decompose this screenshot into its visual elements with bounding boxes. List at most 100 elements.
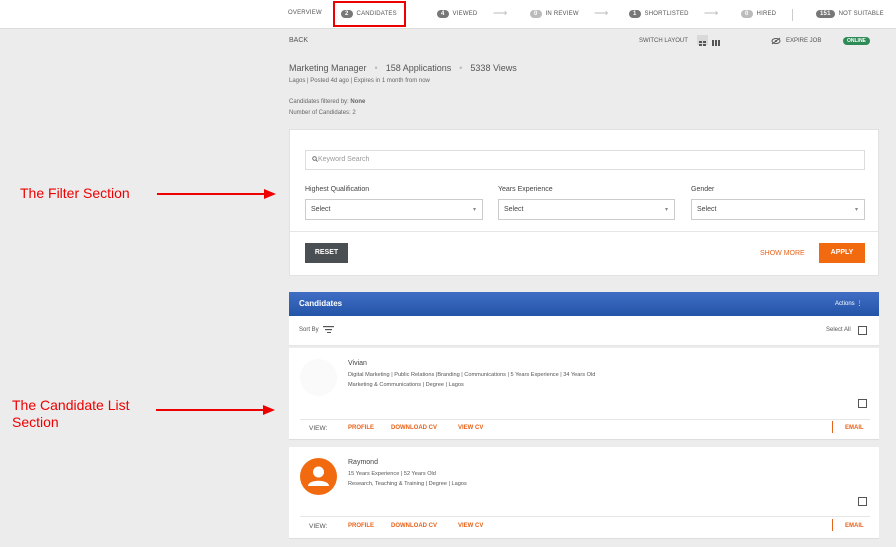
email-link[interactable]: EMAIL: [845, 425, 864, 431]
avatar: [300, 359, 337, 396]
annotation-candidate-list: The Candidate List Section: [12, 397, 130, 430]
download-cv-link[interactable]: DOWNLOAD CV: [391, 523, 437, 529]
applications-count: 158 Applications: [385, 63, 452, 73]
apply-button[interactable]: APPLY: [819, 243, 865, 263]
divider: [300, 516, 870, 517]
candidate-details: Marketing & Communications | Degree | La…: [348, 382, 464, 388]
candidate-count: Number of Candidates: 2: [289, 110, 356, 116]
annotation-arrow: [156, 409, 264, 411]
separator-dot: •: [374, 63, 378, 73]
gender-select-value: Select: [697, 206, 717, 213]
chevron-down-icon: ▾: [472, 207, 476, 213]
eye-slash-icon: [771, 37, 781, 45]
expire-job-button[interactable]: EXPIRE JOB: [771, 37, 821, 45]
tab-overview-label: OVERVIEW: [288, 10, 322, 16]
view-cv-link[interactable]: VIEW CV: [458, 523, 483, 529]
candidate-count-value: 2: [352, 110, 356, 116]
views-count: 5338 Views: [470, 63, 517, 73]
qualification-select[interactable]: Select ▾: [305, 199, 483, 220]
chevron-down-icon: ▾: [854, 207, 858, 213]
divider: [300, 419, 870, 420]
annotation-arrow: [157, 193, 265, 195]
tab-viewed-label: VIEWED: [452, 11, 478, 17]
view-label: VIEW:: [309, 425, 328, 432]
candidates-highlight-box: [333, 1, 406, 27]
job-title: Marketing Manager: [289, 63, 367, 73]
candidate-checkbox[interactable]: [858, 497, 867, 506]
candidate-card: Vivian Digital Marketing | Public Relati…: [289, 348, 879, 440]
reset-button[interactable]: RESET: [305, 243, 348, 263]
qualification-label: Highest Qualification: [305, 186, 370, 193]
sort-icon: [322, 326, 334, 333]
filter-section: Keyword Search Highest Qualification Yea…: [289, 129, 879, 276]
experience-select[interactable]: Select ▾: [498, 199, 675, 220]
keyword-search-input[interactable]: Keyword Search: [305, 150, 865, 170]
pipeline-bar: OVERVIEW 2 CANDIDATES 4 VIEWED ⟶ 0 IN RE…: [0, 0, 896, 29]
candidates-header: Candidates Actions ⋮: [289, 292, 879, 316]
candidate-name[interactable]: Raymond: [348, 459, 378, 466]
email-link[interactable]: EMAIL: [845, 523, 864, 529]
keyword-search-placeholder: Keyword Search: [318, 156, 370, 163]
candidate-name[interactable]: Vivian: [348, 360, 367, 367]
tab-hired-label: HIRED: [756, 11, 777, 17]
gender-label: Gender: [691, 186, 715, 193]
view-cv-link[interactable]: VIEW CV: [458, 425, 483, 431]
select-all-checkbox[interactable]: [858, 326, 867, 335]
profile-link[interactable]: PROFILE: [348, 425, 374, 431]
job-meta: Lagos | Posted 4d ago | Expires in 1 mon…: [289, 78, 430, 84]
divider: [290, 231, 878, 232]
profile-link[interactable]: PROFILE: [348, 523, 374, 529]
avatar: [300, 458, 337, 495]
user-icon: [308, 466, 329, 486]
experience-select-value: Select: [504, 206, 524, 213]
grid-layout-icon[interactable]: [697, 35, 708, 46]
experience-label: Years Experience: [498, 186, 553, 193]
download-cv-link[interactable]: DOWNLOAD CV: [391, 425, 437, 431]
qualification-select-value: Select: [311, 206, 331, 213]
job-summary: Marketing Manager • 158 Applications • 5…: [289, 63, 517, 73]
in-review-count-badge: 0: [530, 10, 542, 18]
sort-bar: Sort By Select All: [289, 316, 879, 346]
arrow-right-icon: ⟶: [594, 8, 609, 19]
shortlisted-count-badge: 1: [629, 10, 641, 18]
candidate-card: Raymond 15 Years Experience | 52 Years O…: [289, 447, 879, 539]
arrow-right-icon: ⟶: [493, 8, 508, 19]
tab-in-review-label: IN REVIEW: [545, 11, 579, 17]
list-layout-icon[interactable]: [711, 35, 722, 46]
back-link[interactable]: BACK: [289, 37, 308, 44]
actions-menu-button[interactable]: Actions ⋮: [835, 300, 862, 307]
candidate-count-label: Number of Candidates:: [289, 110, 351, 116]
tab-not-suitable-label: NOT SUITABLE: [838, 11, 884, 17]
arrow-right-icon: ⟶: [704, 8, 719, 19]
show-more-link[interactable]: SHOW MORE: [760, 250, 805, 257]
expire-job-label: EXPIRE JOB: [786, 38, 822, 44]
viewed-count-badge: 4: [437, 10, 449, 18]
candidate-skills: Digital Marketing | Public Relations |Br…: [348, 372, 596, 378]
candidate-details: Research, Teaching & Training | Degree |…: [348, 481, 467, 487]
tab-shortlisted[interactable]: 1 SHORTLISTED: [629, 10, 689, 18]
status-badge: ONLINE: [843, 37, 870, 45]
filtered-by-label: Candidates filtered by:: [289, 99, 349, 105]
filtered-by: Candidates filtered by: None: [289, 99, 365, 105]
gender-select[interactable]: Select ▾: [691, 199, 865, 220]
separator-dot: •: [459, 63, 463, 73]
arrow-head-icon: [264, 189, 276, 199]
candidate-checkbox[interactable]: [858, 399, 867, 408]
tab-not-suitable[interactable]: 151 NOT SUITABLE: [816, 10, 884, 18]
divider: [832, 421, 833, 433]
select-all-label: Select All: [826, 327, 851, 333]
tab-viewed[interactable]: 4 VIEWED: [437, 10, 477, 18]
switch-layout-label: SWITCH LAYOUT: [639, 38, 688, 44]
tab-shortlisted-label: SHORTLISTED: [644, 11, 689, 17]
tab-overview[interactable]: OVERVIEW: [288, 10, 322, 16]
tab-hired[interactable]: 0 HIRED: [741, 10, 776, 18]
filtered-by-value: None: [350, 99, 366, 105]
chevron-down-icon: ▾: [664, 207, 668, 213]
candidates-title: Candidates: [299, 299, 343, 308]
candidate-skills: 15 Years Experience | 52 Years Old: [348, 471, 436, 477]
divider: [832, 519, 833, 531]
arrow-head-icon: [263, 405, 275, 415]
sort-by-label: Sort By: [299, 326, 319, 333]
sort-by-button[interactable]: Sort By: [299, 326, 334, 333]
tab-in-review[interactable]: 0 IN REVIEW: [530, 10, 579, 18]
